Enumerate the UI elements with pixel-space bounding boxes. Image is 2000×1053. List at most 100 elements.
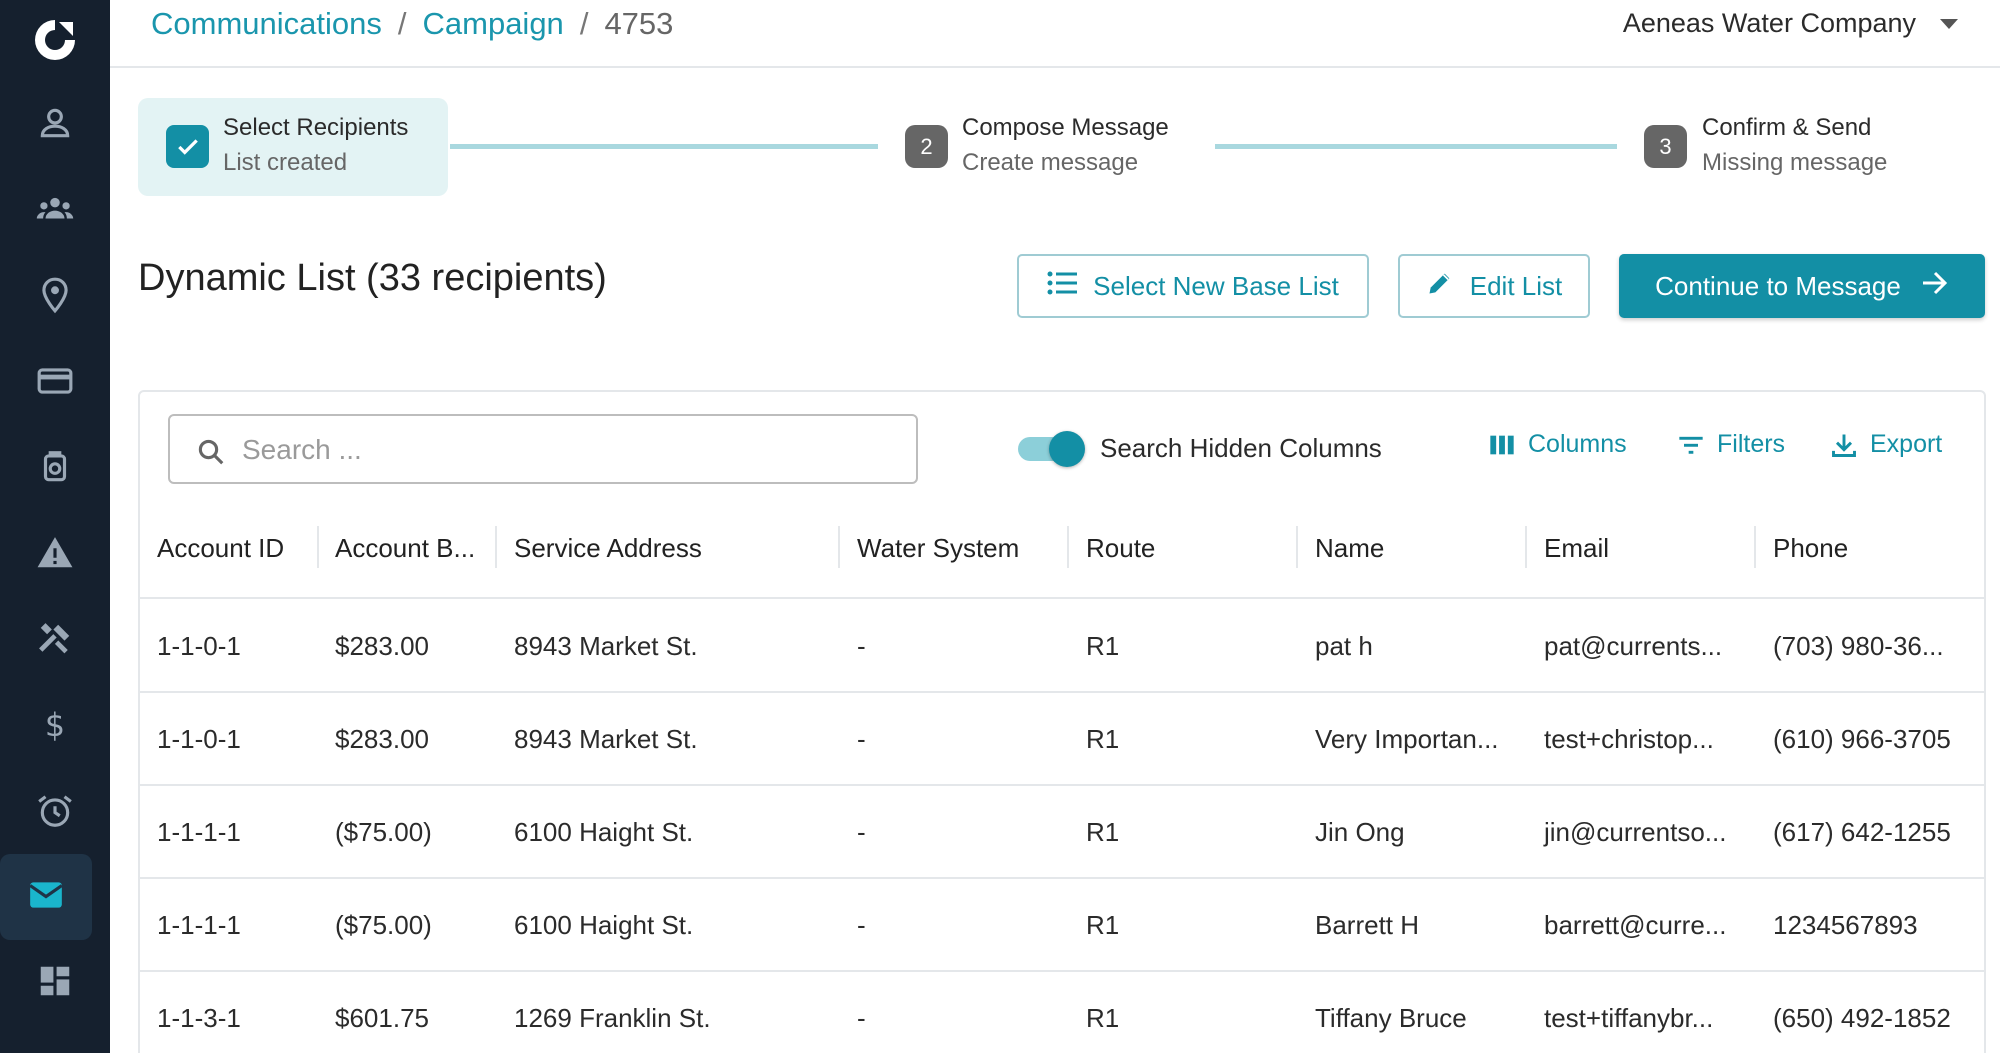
credit-card-icon bbox=[36, 362, 74, 405]
sidebar-item-locations[interactable] bbox=[0, 254, 110, 340]
column-separator[interactable] bbox=[838, 526, 840, 568]
columns-label: Columns bbox=[1528, 430, 1627, 458]
cell-account-balance: $283.00 bbox=[335, 631, 429, 661]
edit-list-label: Edit List bbox=[1469, 270, 1563, 301]
step-2-subtitle: Create message bbox=[962, 149, 1139, 176]
edit-list-button[interactable]: Edit List bbox=[1398, 254, 1590, 318]
cell-name: Barrett H bbox=[1315, 910, 1420, 940]
chevron-down-icon bbox=[1940, 18, 1958, 29]
list-title: Dynamic List (33 recipients) bbox=[138, 257, 607, 299]
column-header-service-address[interactable]: Service Address bbox=[514, 533, 702, 564]
cell-account-balance: ($75.00) bbox=[335, 817, 432, 847]
sidebar-item-meters[interactable] bbox=[0, 426, 110, 512]
cell-name: pat h bbox=[1315, 631, 1373, 661]
dashboard-icon bbox=[36, 962, 74, 1005]
cell-phone: (703) 980-36... bbox=[1773, 631, 1944, 661]
filters-button[interactable]: Filters bbox=[1677, 430, 1785, 459]
row-divider bbox=[140, 970, 1984, 972]
step-2-title[interactable]: Compose Message bbox=[962, 114, 1169, 142]
sidebar-item-work-orders[interactable] bbox=[0, 598, 110, 684]
svg-text:$: $ bbox=[45, 708, 65, 744]
cell-account-id: 1-1-3-1 bbox=[157, 1003, 241, 1033]
cell-service-address: 8943 Market St. bbox=[514, 724, 698, 754]
sidebar-item-customers[interactable] bbox=[0, 82, 110, 168]
column-separator[interactable] bbox=[495, 526, 497, 568]
column-separator[interactable] bbox=[1296, 526, 1298, 568]
column-separator[interactable] bbox=[1067, 526, 1069, 568]
cell-phone: 1234567893 bbox=[1773, 910, 1918, 940]
step-1-title: Select Recipients bbox=[223, 114, 409, 141]
cell-service-address: 6100 Haight St. bbox=[514, 817, 694, 847]
step-3-subtitle: Missing message bbox=[1702, 149, 1888, 176]
app-logo-icon[interactable] bbox=[0, 12, 110, 68]
continue-to-message-button[interactable]: Continue to Message bbox=[1619, 254, 1985, 318]
select-new-base-list-label: Select New Base List bbox=[1093, 270, 1339, 301]
breadcrumb-campaign[interactable]: Campaign bbox=[423, 6, 564, 42]
search-hidden-columns-label: Search Hidden Columns bbox=[1100, 433, 1382, 463]
group-icon bbox=[36, 190, 74, 233]
search-icon bbox=[198, 439, 224, 465]
column-header-phone[interactable]: Phone bbox=[1773, 533, 1848, 564]
sidebar-item-groups[interactable] bbox=[0, 168, 110, 254]
sidebar-item-communications[interactable] bbox=[0, 854, 92, 940]
row-divider bbox=[140, 784, 1984, 786]
column-header-email[interactable]: Email bbox=[1544, 533, 1609, 564]
export-button[interactable]: Export bbox=[1830, 430, 1942, 459]
column-header-route[interactable]: Route bbox=[1086, 533, 1155, 564]
step-connector bbox=[450, 144, 878, 149]
column-separator[interactable] bbox=[1754, 526, 1756, 568]
sidebar-item-reminders[interactable] bbox=[0, 770, 110, 856]
sidebar-item-alerts[interactable] bbox=[0, 512, 110, 598]
cell-account-id: 1-1-0-1 bbox=[157, 631, 241, 661]
cell-water-system: - bbox=[857, 817, 866, 847]
cell-water-system: - bbox=[857, 724, 866, 754]
cell-account-balance: $601.75 bbox=[335, 1003, 429, 1033]
breadcrumb-separator: / bbox=[579, 6, 589, 41]
list-icon bbox=[1047, 270, 1078, 303]
warning-icon bbox=[36, 534, 74, 577]
mail-icon bbox=[27, 876, 65, 919]
sidebar-item-payments[interactable]: $ bbox=[0, 684, 110, 770]
cell-account-id: 1-1-0-1 bbox=[157, 724, 241, 754]
cell-route: R1 bbox=[1086, 724, 1120, 754]
cell-phone: (650) 492-1852 bbox=[1773, 1003, 1951, 1033]
step-3-number: 3 bbox=[1644, 125, 1687, 168]
column-header-account-balance[interactable]: Account B... bbox=[335, 533, 475, 564]
cell-service-address: 8943 Market St. bbox=[514, 631, 698, 661]
cell-account-id: 1-1-1-1 bbox=[157, 910, 241, 940]
cell-email: test+christop... bbox=[1544, 724, 1714, 754]
cell-water-system: - bbox=[857, 1003, 866, 1033]
cell-email: test+tiffanybr... bbox=[1544, 1003, 1714, 1033]
watch-icon bbox=[36, 448, 74, 491]
column-separator[interactable] bbox=[1525, 526, 1527, 568]
continue-to-message-label: Continue to Message bbox=[1655, 270, 1901, 301]
sidebar-item-billing[interactable] bbox=[0, 340, 110, 426]
check-icon bbox=[166, 125, 209, 168]
columns-button[interactable]: Columns bbox=[1488, 430, 1627, 459]
select-new-base-list-button[interactable]: Select New Base List bbox=[1017, 254, 1369, 318]
breadcrumb-current: 4753 bbox=[604, 6, 674, 41]
arrow-right-icon bbox=[1921, 270, 1949, 303]
column-header-water-system[interactable]: Water System bbox=[857, 533, 1019, 564]
column-header-name[interactable]: Name bbox=[1315, 533, 1384, 564]
cell-account-balance: ($75.00) bbox=[335, 910, 432, 940]
step-3-title[interactable]: Confirm & Send bbox=[1702, 114, 1871, 142]
tools-icon bbox=[36, 620, 74, 663]
cell-name: Tiffany Bruce bbox=[1315, 1003, 1467, 1033]
cell-water-system: - bbox=[857, 910, 866, 940]
cell-water-system: - bbox=[857, 631, 866, 661]
search-input[interactable] bbox=[242, 428, 882, 472]
column-header-account-id[interactable]: Account ID bbox=[157, 533, 284, 564]
search-field[interactable] bbox=[168, 414, 918, 484]
download-icon bbox=[1832, 434, 1856, 457]
dollar-icon: $ bbox=[36, 706, 74, 749]
toggle-knob[interactable] bbox=[1049, 431, 1085, 467]
sidebar-item-dashboard[interactable] bbox=[0, 940, 110, 1026]
company-selector[interactable]: Aeneas Water Company bbox=[1623, 8, 1958, 39]
breadcrumb-communications[interactable]: Communications bbox=[151, 6, 382, 42]
pencil-icon bbox=[1426, 269, 1454, 304]
column-separator[interactable] bbox=[317, 526, 319, 568]
company-name: Aeneas Water Company bbox=[1622, 8, 1916, 38]
recipients-table-card bbox=[138, 390, 1986, 1053]
cell-name: Very Importan... bbox=[1315, 724, 1499, 754]
